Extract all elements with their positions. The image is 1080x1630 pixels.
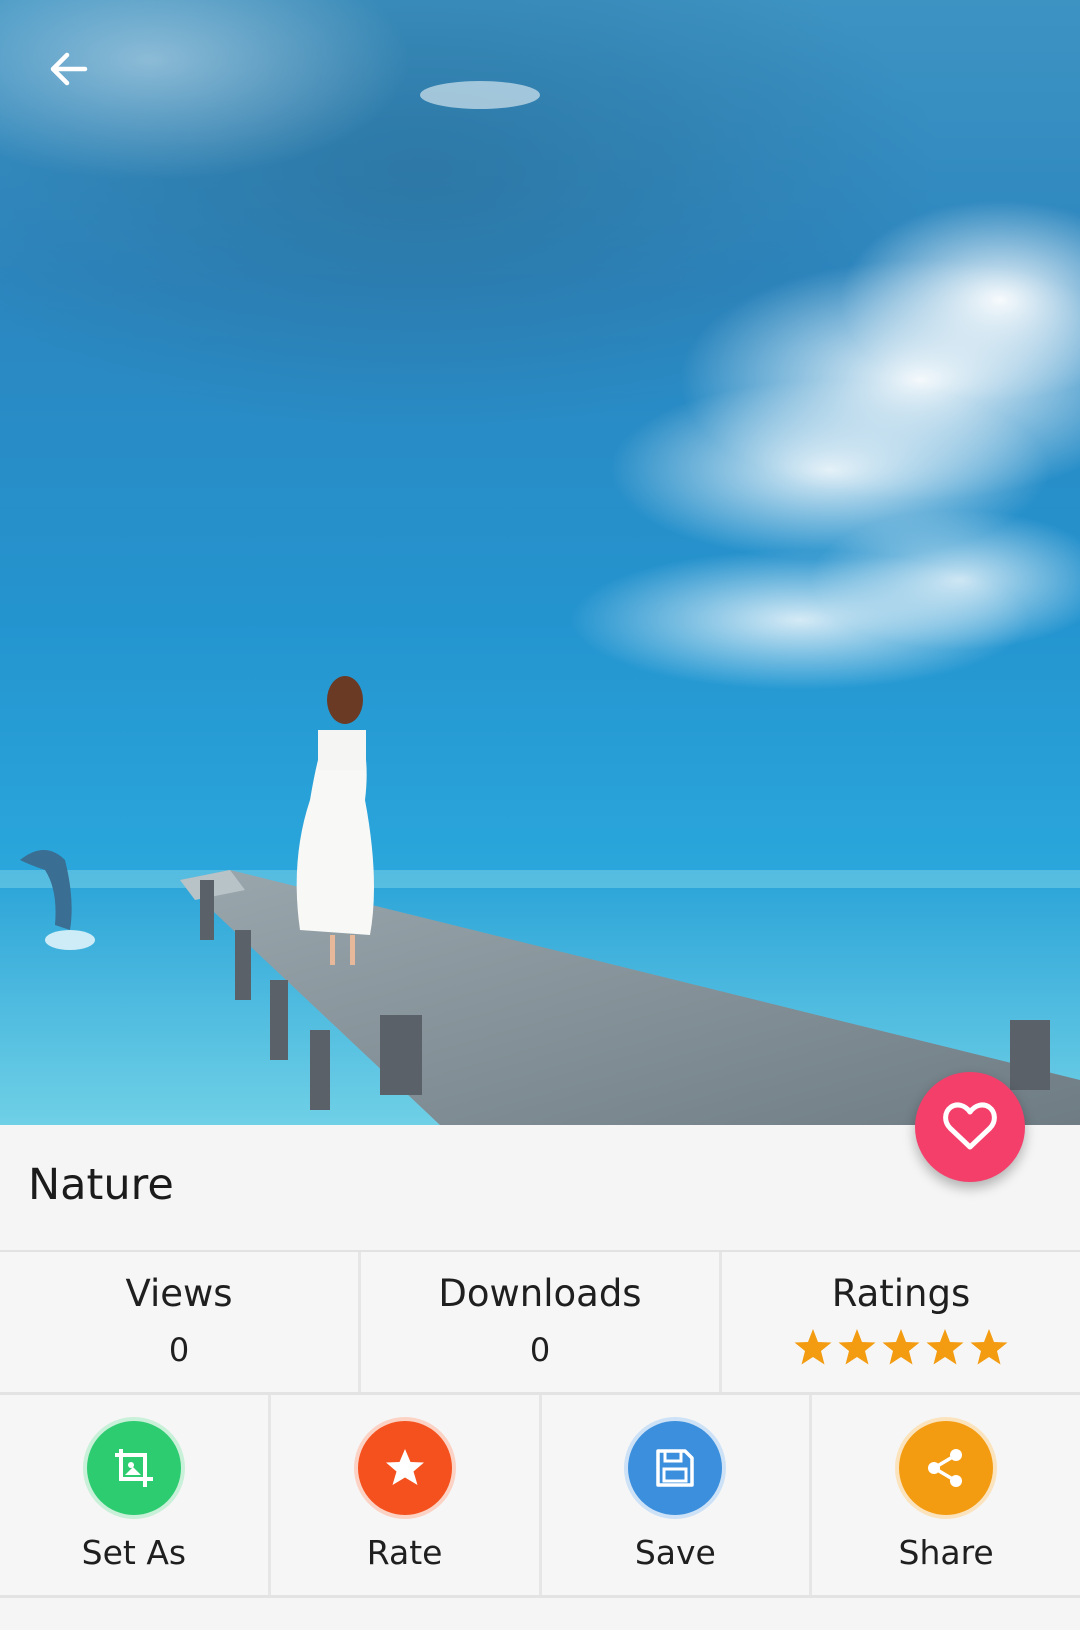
stats-row: Views 0 Downloads 0 Ratings (0, 1252, 1080, 1395)
share-circle (899, 1421, 994, 1515)
save-label: Save (634, 1533, 716, 1572)
wallpaper-detail-screen: Nature Views 0 Downloads 0 Ratings Set A… (0, 0, 1080, 1630)
set-as-label: Set As (81, 1533, 187, 1572)
rating-star-icon[interactable] (793, 1327, 833, 1367)
rate-button[interactable]: Rate (267, 1395, 539, 1595)
downloads-label: Downloads (438, 1272, 642, 1315)
views-label: Views (125, 1272, 233, 1315)
downloads-stat: Downloads 0 (358, 1252, 719, 1392)
favorite-button[interactable] (915, 1072, 1025, 1182)
star-icon (385, 1449, 424, 1485)
actions-row: Set As Rate Save Share (0, 1395, 1080, 1598)
downloads-value: 0 (529, 1331, 551, 1369)
rating-star-icon[interactable] (837, 1327, 877, 1367)
rate-label: Rate (366, 1533, 443, 1572)
share-icon (928, 1449, 963, 1487)
rating-stars[interactable] (793, 1327, 1009, 1367)
crop-icon (114, 1449, 153, 1487)
wallpaper-image (0, 0, 1080, 1125)
floppy-disk-icon (656, 1449, 695, 1487)
wallpaper-illustration (0, 0, 1080, 1125)
views-value: 0 (168, 1331, 190, 1369)
rating-star-icon[interactable] (925, 1327, 965, 1367)
set-as-circle (86, 1421, 181, 1515)
save-button[interactable]: Save (538, 1395, 810, 1595)
ratings-stat[interactable]: Ratings (719, 1252, 1080, 1392)
heart-icon (943, 1102, 997, 1150)
rating-star-icon[interactable] (881, 1327, 921, 1367)
rate-circle (357, 1421, 452, 1515)
back-button[interactable] (45, 45, 115, 115)
share-label: Share (898, 1533, 994, 1572)
set-as-button[interactable]: Set As (0, 1395, 268, 1595)
share-button[interactable]: Share (809, 1395, 1080, 1595)
views-stat: Views 0 (0, 1252, 358, 1392)
rating-star-icon[interactable] (969, 1327, 1009, 1367)
ratings-label: Ratings (831, 1272, 971, 1315)
save-circle (628, 1421, 723, 1515)
arrow-back-icon (50, 52, 88, 86)
wallpaper-title: Nature (28, 1160, 174, 1210)
